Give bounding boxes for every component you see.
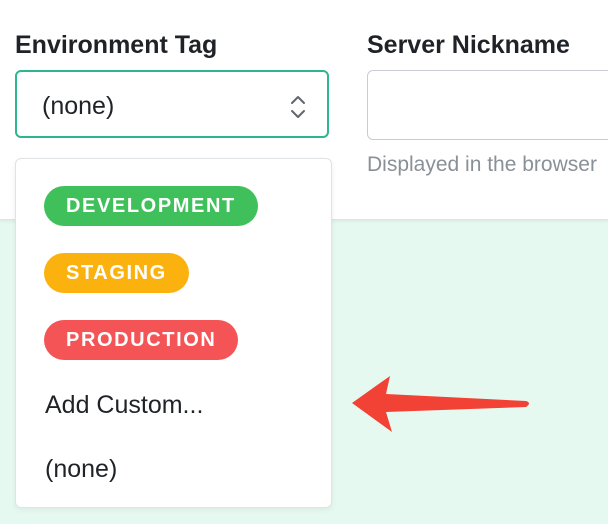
option-none[interactable]: (none) (45, 455, 117, 484)
option-add-custom[interactable]: Add Custom... (45, 391, 203, 420)
option-development[interactable]: DEVELOPMENT (44, 186, 258, 226)
server-nickname-helper-text: Displayed in the browser (367, 153, 597, 176)
option-staging[interactable]: STAGING (44, 253, 189, 293)
environment-tag-selected-value: (none) (42, 92, 115, 120)
environment-tag-dropdown-menu: DEVELOPMENT STAGING PRODUCTION Add Custo… (15, 158, 332, 508)
option-production[interactable]: PRODUCTION (44, 320, 239, 360)
chevron-up-down-icon (291, 96, 305, 118)
red-arrow-left-icon (352, 376, 529, 432)
server-nickname-label: Server Nickname (367, 31, 570, 59)
environment-tag-select[interactable]: (none) (15, 70, 329, 138)
environment-tag-label: Environment Tag (15, 31, 218, 59)
server-nickname-input[interactable] (367, 70, 608, 140)
